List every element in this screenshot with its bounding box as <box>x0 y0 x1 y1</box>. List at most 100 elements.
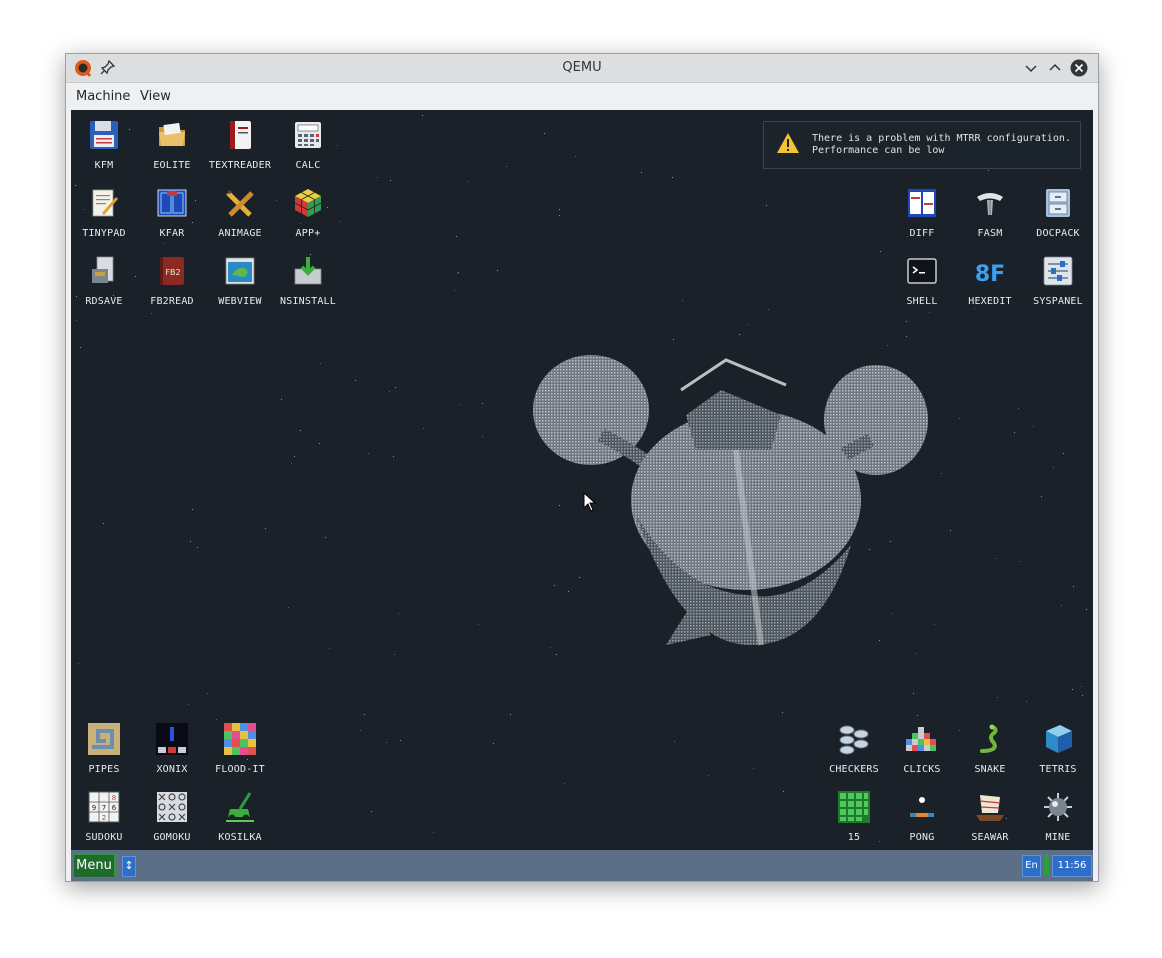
disk-save-icon <box>92 256 114 283</box>
filing-cabinet-icon <box>1046 189 1070 217</box>
desktop-icon-animage[interactable]: ANIMAGE <box>207 187 273 247</box>
menu-bar: Machine View <box>66 83 1098 109</box>
desktop-icon-shell[interactable]: SHELL <box>889 255 955 315</box>
desktop-icon-appplus[interactable]: APP+ <box>275 187 341 247</box>
icon-label: KOSILKA <box>218 832 262 843</box>
desktop-icon-15[interactable]: 15 <box>821 791 887 851</box>
book-icon <box>230 121 251 149</box>
desktop-icon-webview[interactable]: WEBVIEW <box>207 255 273 315</box>
globe-window-icon <box>225 257 255 285</box>
window-switch-button[interactable]: ↕ <box>122 856 136 877</box>
desktop-icon-nsinstall[interactable]: NSINSTALL <box>275 255 341 315</box>
fifteen-puzzle-icon <box>838 791 870 823</box>
hex-8f-icon: 8F <box>975 262 1005 287</box>
color-grid-icon <box>224 723 256 755</box>
desktop-icon-syspanel[interactable]: SYSPANEL <box>1025 255 1091 315</box>
warning-icon <box>777 133 799 153</box>
desktop-icon-textreader[interactable]: TEXTREADER <box>207 119 273 179</box>
notification-popup[interactable]: There is a problem with MTRR configurati… <box>763 121 1081 169</box>
compare-panels-icon <box>908 189 936 217</box>
desktop-icon-calc[interactable]: CALC <box>275 119 341 179</box>
pong-paddle-icon <box>910 797 934 817</box>
svg-text:9: 9 <box>92 804 96 812</box>
icon-label: MINE <box>1045 832 1071 843</box>
desktop-icon-floodit[interactable]: FLOOD-IT <box>207 723 273 783</box>
floppy-disk-icon <box>90 121 118 149</box>
desktop-icon-tinypad[interactable]: TINYPAD <box>71 187 137 247</box>
keyboard-layout-indicator[interactable]: En <box>1022 855 1041 877</box>
desktop-icon-kfm[interactable]: KFM <box>71 119 137 179</box>
fasm-tank-icon <box>977 193 1003 215</box>
desktop-icon-sudoku[interactable]: 8 9 7 6 2 SUDOKU <box>71 791 137 851</box>
file-manager-panels-icon <box>157 189 187 217</box>
title-bar[interactable]: QEMU <box>66 54 1098 83</box>
menu-view[interactable]: View <box>140 89 171 104</box>
desktop-icon-seawar[interactable]: SEAWAR <box>957 791 1023 851</box>
desktop-icon-docpack[interactable]: DOCPACK <box>1025 187 1091 247</box>
desktop-icon-hexedit[interactable]: 8F HEXEDIT <box>957 255 1023 315</box>
svg-text:FB2: FB2 <box>165 268 180 277</box>
maximize-icon[interactable] <box>1046 59 1064 77</box>
snake-icon <box>980 724 998 753</box>
svg-text:8F: 8F <box>975 262 1005 287</box>
icon-label: NSINSTALL <box>280 296 336 307</box>
desktop-icon-clicks[interactable]: CLICKS <box>889 723 955 783</box>
xonix-icon <box>156 723 188 755</box>
desktop-icon-pong[interactable]: PONG <box>889 791 955 851</box>
notepad-pencil-icon <box>92 189 118 217</box>
desktop-icon-gomoku[interactable]: GOMOKU <box>139 791 205 851</box>
desktop-icon-tetris[interactable]: TETRIS <box>1025 723 1091 783</box>
desktop-icon-checkers[interactable]: CHECKERS <box>821 723 887 783</box>
icon-label: DOCPACK <box>1036 228 1080 239</box>
icon-label: TETRIS <box>1039 764 1077 775</box>
tic-tac-toe-icon <box>157 792 187 822</box>
menu-machine[interactable]: Machine <box>76 89 130 104</box>
start-menu-button[interactable]: Menu <box>73 854 115 878</box>
desktop-icon-kosilka[interactable]: KOSILKA <box>207 791 273 851</box>
svg-text:7: 7 <box>102 804 106 812</box>
tetris-blocks-icon <box>1046 725 1072 753</box>
desktop-icon-xonix[interactable]: XONIX <box>139 723 205 783</box>
desktop-icon-fasm[interactable]: FASM <box>957 187 1023 247</box>
icon-label: CALC <box>295 160 321 171</box>
qemu-window: QEMU Machine View KFM EOLITE TEXTREADER … <box>65 53 1099 882</box>
pipes-icon <box>88 723 120 755</box>
sailing-ship-icon <box>976 795 1004 821</box>
desktop-icon-pipes[interactable]: PIPES <box>71 723 137 783</box>
control-panel-sliders-icon <box>1043 256 1073 286</box>
mine-bomb-icon <box>1044 793 1072 821</box>
svg-text:2: 2 <box>102 814 106 822</box>
guest-desktop[interactable]: KFM EOLITE TEXTREADER CALC TINYPAD KFAR … <box>71 110 1093 881</box>
mouse-cursor-icon <box>583 492 597 512</box>
minimize-icon[interactable] <box>1022 59 1040 77</box>
lawn-mower-icon <box>226 792 254 822</box>
fb2-book-icon: FB2 <box>160 257 184 285</box>
desktop-icon-kfar[interactable]: KFAR <box>139 187 205 247</box>
icon-label: FLOOD-IT <box>215 764 265 775</box>
pencil-brush-cross-icon <box>226 189 254 217</box>
rubiks-cube-icon <box>294 189 322 217</box>
svg-text:6: 6 <box>112 804 117 812</box>
desktop-icon-rdsave[interactable]: RDSAVE <box>71 255 137 315</box>
sudoku-grid-icon: 8 9 7 6 2 <box>88 791 120 823</box>
desktop-icon-mine[interactable]: MINE <box>1025 791 1091 851</box>
checkers-pieces-icon <box>839 725 869 755</box>
clock[interactable]: 11:56 <box>1052 855 1092 877</box>
colored-blocks-icon <box>906 727 936 751</box>
notification-line-1: There is a problem with MTRR configurati… <box>812 133 1071 144</box>
icon-label: SYSPANEL <box>1033 296 1083 307</box>
desktop-icon-snake[interactable]: SNAKE <box>957 723 1023 783</box>
desktop-icon-diff[interactable]: DIFF <box>889 187 955 247</box>
desktop-icon-fb2read[interactable]: FB2 FB2READ <box>139 255 205 315</box>
download-install-icon <box>294 257 322 285</box>
folder-icon <box>159 122 185 146</box>
calculator-icon <box>295 122 321 148</box>
terminal-icon <box>907 258 937 284</box>
taskbar: Menu ↕ En 11:56 <box>71 850 1093 881</box>
icon-label: APP+ <box>295 228 321 239</box>
desktop-icon-eolite[interactable]: EOLITE <box>139 119 205 179</box>
window-title: QEMU <box>562 60 602 75</box>
svg-text:8: 8 <box>112 794 116 802</box>
status-indicator <box>1044 855 1049 876</box>
close-icon[interactable] <box>1070 59 1088 77</box>
